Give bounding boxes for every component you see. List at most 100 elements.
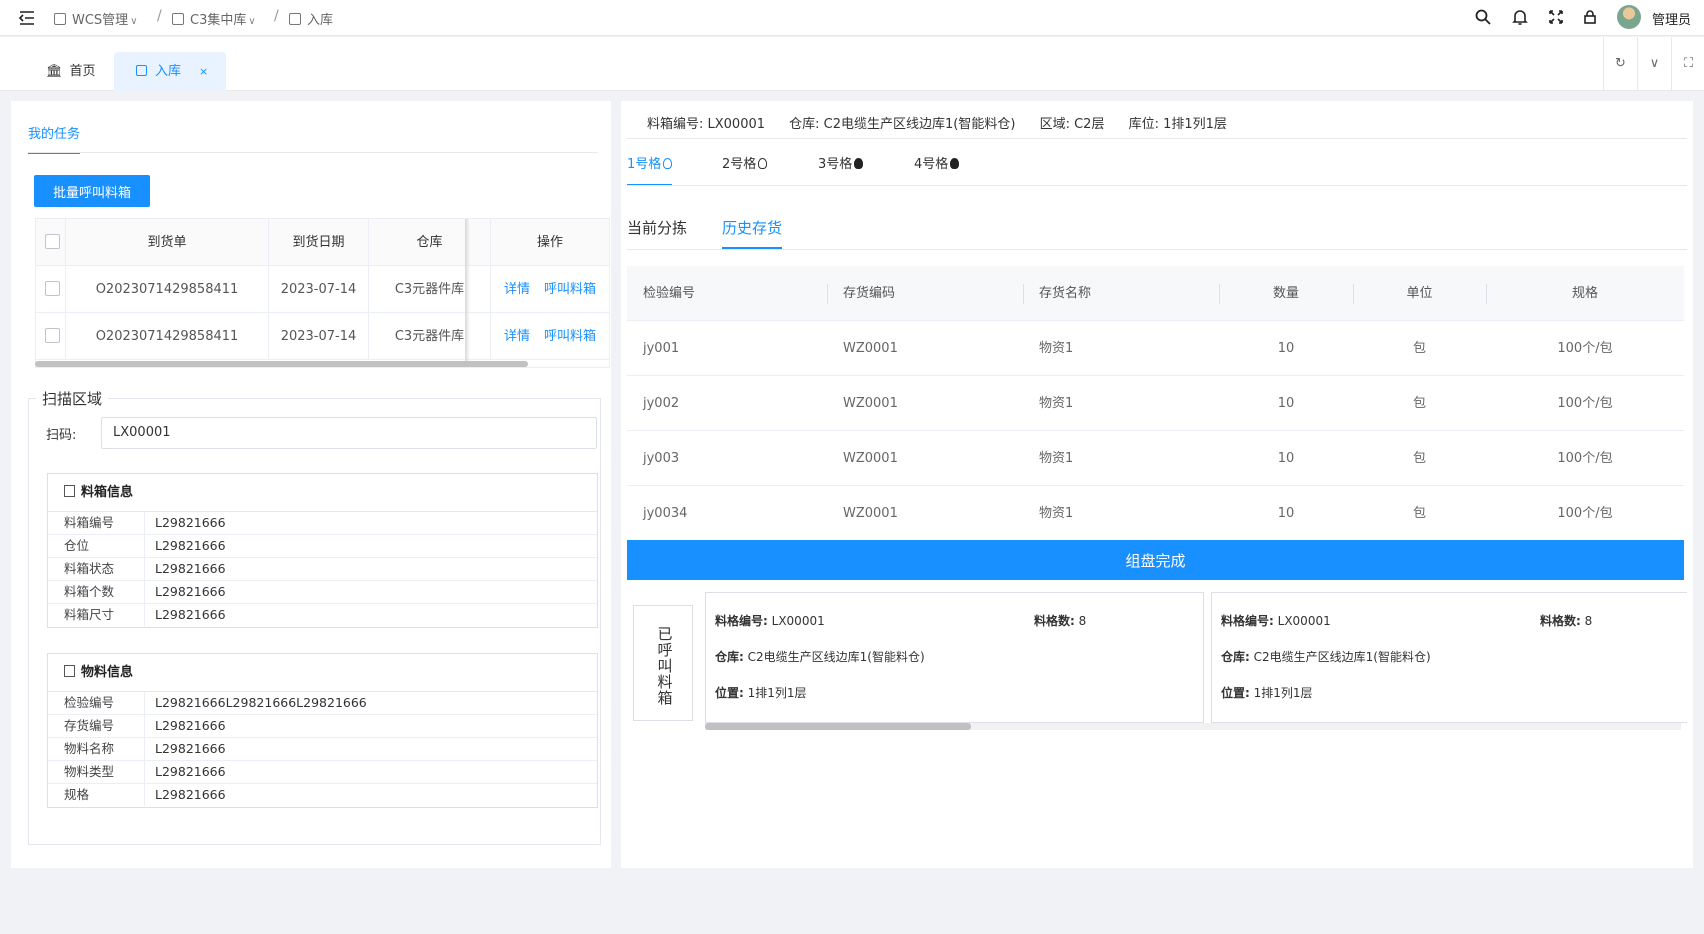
apps-icon bbox=[172, 13, 184, 25]
left-panel: 我的任务 批量呼叫料箱 到货单 到货日期 仓库 操作 O202307142985… bbox=[11, 101, 611, 868]
col-unit: 单位 bbox=[1406, 286, 1433, 301]
select-all-checkbox[interactable] bbox=[45, 234, 60, 249]
box-info-title: 料箱信息 bbox=[48, 474, 597, 512]
info-row: 仓位 L29821666 bbox=[48, 535, 597, 558]
col-quantity: 数量 bbox=[1272, 286, 1299, 301]
called-box-label: 已呼叫料箱 bbox=[633, 605, 693, 721]
material-info-panel: 物料信息 检验编号 L29821666L29821666L29821666 存货编… bbox=[47, 653, 598, 808]
col-inspection-no: 检验编号 bbox=[643, 286, 696, 301]
info-row: 物料名称 L29821666 bbox=[48, 738, 597, 761]
info-row: 存货编号 L29821666 bbox=[48, 715, 597, 738]
breadcrumb-wcs[interactable]: WCS管理 ∨ bbox=[54, 9, 138, 28]
box-number: 料箱编号: LX00001 bbox=[647, 117, 766, 132]
menu-fold-icon[interactable] bbox=[18, 9, 36, 27]
call-box-link[interactable]: 呼叫料箱 bbox=[544, 329, 596, 344]
called-box-card[interactable]: 料格编号: LX00001 料格数: 8 仓库: C2电缆生产区线边库1(智能料… bbox=[1211, 592, 1687, 723]
location: 库位: 1排1列1层 bbox=[1128, 117, 1227, 132]
tabs-bar: 🏛 首页 入库 × ↻ ∨ ⛶ bbox=[0, 37, 1704, 91]
arrival-order: O2023071429858411 bbox=[66, 266, 269, 313]
called-box-card[interactable]: 料格编号: LX00001 料格数: 8 仓库: C2电缆生产区线边库1(智能料… bbox=[705, 592, 1204, 723]
detail-link[interactable]: 详情 bbox=[504, 329, 530, 344]
table-row: jy001 WZ0001 物资1 10 包 100个/包 bbox=[627, 321, 1684, 376]
info-row: 料箱编号 L29821666 bbox=[48, 512, 597, 535]
call-box-link[interactable]: 呼叫料箱 bbox=[544, 282, 596, 297]
arrival-order: O2023071429858411 bbox=[66, 313, 269, 360]
chevron-down-icon: ∨ bbox=[248, 16, 256, 27]
bulb-filled-icon bbox=[950, 158, 960, 169]
tab-grid-1[interactable]: 1号格 bbox=[627, 153, 673, 186]
warehouse: C3元器件库 bbox=[369, 313, 491, 360]
table-row: O2023071429858411 2023-07-14 C3元器件库 详情 呼叫… bbox=[36, 266, 609, 313]
tab-my-tasks[interactable]: 我的任务 bbox=[28, 123, 81, 154]
tab-grid-3[interactable]: 3号格 bbox=[818, 153, 864, 184]
divider bbox=[627, 138, 1687, 139]
warehouse: C3元器件库 bbox=[369, 266, 491, 313]
table-scrollbar[interactable] bbox=[35, 361, 528, 367]
col-stock-code: 存货编码 bbox=[843, 286, 896, 301]
scan-label: 扫码: bbox=[46, 428, 77, 443]
right-panel: 料箱编号: LX00001 仓库: C2电缆生产区线边库1(智能料仓) 区域: … bbox=[621, 101, 1693, 868]
col-arrival-order: 到货单 bbox=[66, 219, 269, 266]
material-info-title: 物料信息 bbox=[48, 654, 597, 692]
info-row: 料箱状态 L29821666 bbox=[48, 558, 597, 581]
document-icon bbox=[64, 485, 75, 497]
bell-icon[interactable] bbox=[1511, 8, 1529, 26]
row-checkbox[interactable] bbox=[45, 328, 60, 343]
grid-icon bbox=[54, 13, 66, 25]
search-icon[interactable] bbox=[1474, 8, 1492, 26]
close-tab-icon[interactable]: × bbox=[199, 52, 208, 91]
tab-grid-2[interactable]: 2号格 bbox=[722, 153, 768, 184]
detail-link[interactable]: 详情 bbox=[504, 282, 530, 297]
col-stock-name: 存货名称 bbox=[1039, 286, 1092, 301]
info-row: 料箱尺寸 L29821666 bbox=[48, 604, 597, 627]
tab-home[interactable]: 🏛 首页 bbox=[46, 52, 96, 91]
bulb-filled-icon bbox=[854, 158, 864, 169]
user-name[interactable]: 管理员 bbox=[1652, 9, 1691, 28]
tab-grid-4[interactable]: 4号格 bbox=[914, 153, 960, 184]
bulb-icon bbox=[663, 158, 673, 169]
table-header: 检验编号 存货编码 存货名称 数量 单位 规格 bbox=[627, 266, 1684, 321]
area: 区域: C2层 bbox=[1039, 117, 1105, 132]
inbound-icon bbox=[136, 65, 147, 76]
info-row: 规格 L29821666 bbox=[48, 784, 597, 807]
tab-inbound[interactable]: 入库 × bbox=[114, 52, 226, 91]
maximize-icon[interactable]: ⛶ bbox=[1671, 37, 1704, 91]
refresh-icon[interactable]: ↻ bbox=[1603, 37, 1637, 91]
fullscreen-icon[interactable] bbox=[1547, 8, 1565, 26]
top-bar: WCS管理 ∨ / C3集中库 ∨ / 入库 管理员 bbox=[0, 0, 1704, 36]
chevron-down-icon[interactable]: ∨ bbox=[1637, 37, 1671, 91]
info-row: 检验编号 L29821666L29821666L29821666 bbox=[48, 692, 597, 715]
warehouse-name: 仓库: C2电缆生产区线边库1(智能料仓) bbox=[789, 117, 1016, 132]
scan-input[interactable]: LX00001 bbox=[101, 417, 597, 449]
breadcrumb-inbound: 入库 bbox=[289, 9, 333, 28]
box-info-panel: 料箱信息 料箱编号 L29821666 仓位 L29821666 料箱状态 L2982… bbox=[47, 473, 598, 628]
col-arrival-date: 到货日期 bbox=[269, 219, 369, 266]
tab-current-sorting[interactable]: 当前分拣 bbox=[627, 217, 687, 247]
lock-icon[interactable] bbox=[1581, 8, 1599, 26]
breadcrumb-separator: / bbox=[157, 8, 162, 24]
arrival-date: 2023-07-14 bbox=[269, 313, 369, 360]
scan-area-legend: 扫描区域 bbox=[36, 388, 109, 409]
col-spec: 规格 bbox=[1571, 286, 1598, 301]
batch-call-box-button[interactable]: 批量呼叫料箱 bbox=[34, 175, 150, 207]
tab-history-stock[interactable]: 历史存货 bbox=[722, 217, 783, 249]
col-actions: 操作 bbox=[536, 235, 563, 250]
table-header: 到货单 到货日期 仓库 操作 bbox=[36, 219, 609, 266]
info-row: 物料类型 L29821666 bbox=[48, 761, 597, 784]
cards-scrollbar[interactable] bbox=[705, 723, 971, 730]
complete-palletizing-button[interactable]: 组盘完成 bbox=[627, 540, 1684, 580]
breadcrumb-c3[interactable]: C3集中库 ∨ bbox=[172, 9, 256, 28]
avatar[interactable] bbox=[1617, 5, 1641, 29]
chevron-down-icon: ∨ bbox=[130, 16, 138, 27]
divider bbox=[627, 249, 1687, 250]
divider bbox=[28, 152, 598, 153]
divider bbox=[627, 185, 1687, 186]
table-row: O2023071429858411 2023-07-14 C3元器件库 详情 呼叫… bbox=[36, 313, 609, 360]
arrival-table: 到货单 到货日期 仓库 操作 O2023071429858411 2023-07… bbox=[35, 218, 610, 368]
table-row: jy0034 WZ0001 物资1 10 包 100个/包 bbox=[627, 486, 1684, 541]
home-icon: 🏛 bbox=[46, 64, 63, 79]
arrival-date: 2023-07-14 bbox=[269, 266, 369, 313]
row-checkbox[interactable] bbox=[45, 281, 60, 296]
fixed-column-shadow bbox=[465, 219, 470, 367]
col-warehouse: 仓库 bbox=[369, 219, 491, 266]
